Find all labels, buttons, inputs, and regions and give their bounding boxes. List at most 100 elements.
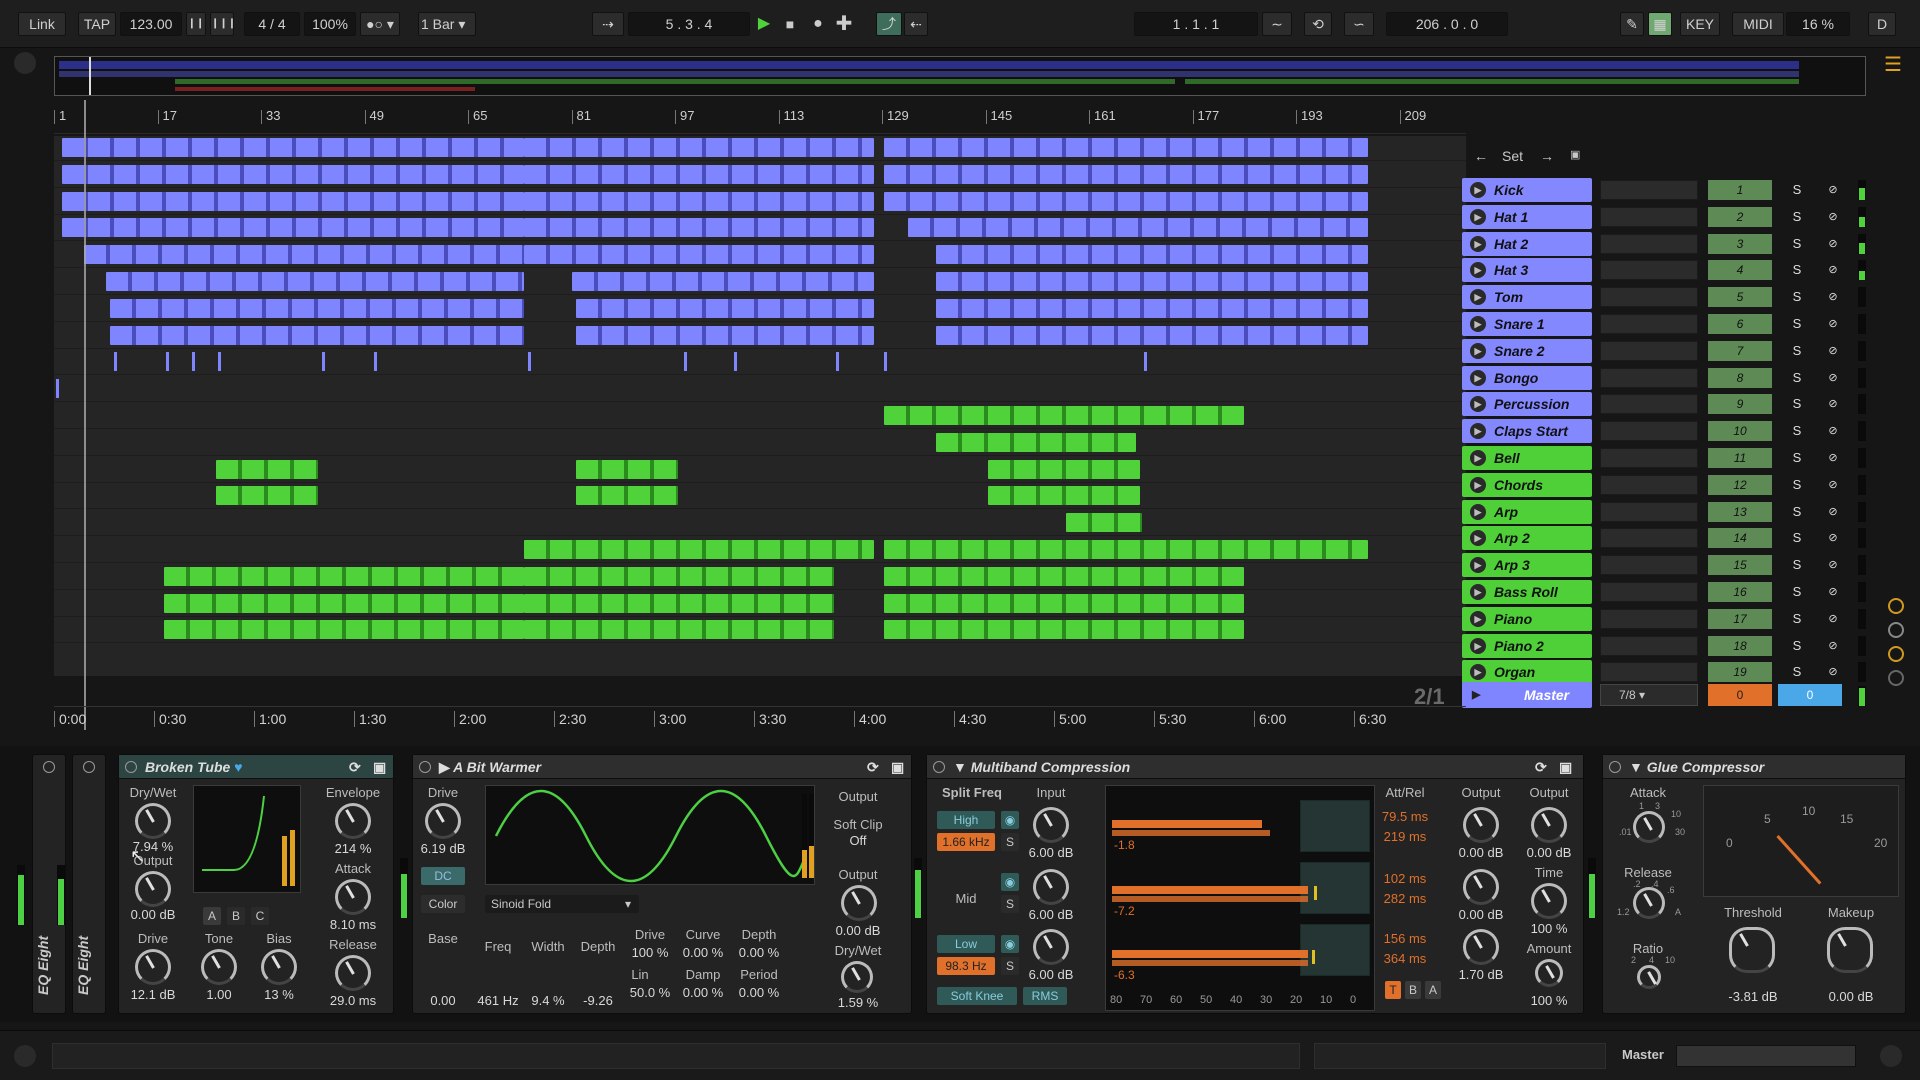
master-play-icon[interactable]: ▶ bbox=[1472, 682, 1480, 708]
track-lane[interactable] bbox=[54, 241, 1466, 269]
master-routing[interactable]: 7/8 ▾ bbox=[1600, 684, 1698, 706]
solo-button[interactable]: S bbox=[1788, 448, 1806, 468]
track-activator[interactable]: 11 bbox=[1708, 448, 1772, 468]
low-attack-value[interactable]: 156 ms bbox=[1377, 931, 1433, 946]
arrangement-clip[interactable] bbox=[62, 218, 524, 238]
arrangement-clip[interactable] bbox=[524, 593, 834, 613]
track-io-slot[interactable] bbox=[1600, 528, 1698, 549]
arrangement-clip[interactable] bbox=[62, 191, 524, 211]
track-lane[interactable] bbox=[54, 322, 1466, 349]
arrangement-clip[interactable] bbox=[576, 486, 678, 506]
track-play-icon[interactable]: ▶ bbox=[1470, 208, 1486, 225]
track-activator[interactable]: 13 bbox=[1708, 501, 1772, 522]
track-lane[interactable] bbox=[54, 295, 1466, 322]
arrangement-clip[interactable] bbox=[1066, 513, 1142, 533]
track-activator[interactable]: 4 bbox=[1708, 260, 1772, 281]
track-play-icon[interactable]: ▶ bbox=[1470, 637, 1486, 654]
high-attack-value[interactable]: 79.5 ms bbox=[1377, 809, 1433, 824]
crossfader-toggle-icon[interactable] bbox=[1888, 670, 1904, 686]
period-value[interactable]: 0.00 % bbox=[731, 985, 787, 1000]
track-activator[interactable]: 8 bbox=[1708, 367, 1772, 388]
track-io-slot[interactable] bbox=[1600, 206, 1698, 227]
a-button[interactable]: A bbox=[1425, 981, 1441, 999]
track-activator[interactable]: 15 bbox=[1708, 555, 1772, 576]
back-to-arrangement-icon[interactable]: ⇠ bbox=[904, 12, 928, 36]
arrangement-clip[interactable] bbox=[884, 593, 1244, 613]
arm-icon[interactable]: ⊘ bbox=[1824, 180, 1842, 200]
track-lane[interactable] bbox=[54, 482, 1466, 510]
arrangement-clip[interactable] bbox=[524, 164, 874, 184]
arrangement-clip[interactable] bbox=[218, 352, 221, 372]
solo-button[interactable]: S bbox=[1788, 555, 1806, 575]
arm-icon[interactable]: ⊘ bbox=[1824, 421, 1842, 441]
track-lane[interactable] bbox=[54, 214, 1466, 242]
high-solo-button[interactable]: S bbox=[1001, 833, 1019, 851]
arrangement-clip[interactable] bbox=[524, 566, 834, 586]
multiband-compression-device[interactable]: ▼ Multiband Compression ⟳ ▣ Split Freq Hi… bbox=[926, 754, 1584, 1014]
track-lane[interactable] bbox=[54, 536, 1466, 563]
arm-icon[interactable]: ⊘ bbox=[1824, 394, 1842, 414]
io-toggle-icon[interactable] bbox=[1888, 598, 1904, 614]
sends-toggle-icon[interactable] bbox=[1888, 622, 1904, 638]
arm-icon[interactable]: ⊘ bbox=[1824, 475, 1842, 495]
high-band-power-icon[interactable]: ◉ bbox=[1001, 811, 1019, 829]
arrangement-clip[interactable] bbox=[110, 325, 524, 345]
solo-button[interactable]: S bbox=[1788, 368, 1806, 388]
mode-c-button[interactable]: C bbox=[251, 907, 269, 925]
track-activator[interactable]: 1 bbox=[1708, 180, 1772, 200]
zoom-field[interactable]: 100% bbox=[304, 12, 356, 36]
device-power-icon[interactable] bbox=[933, 761, 945, 773]
track-header[interactable]: ▶ Piano bbox=[1462, 606, 1592, 631]
input-low-knob[interactable] bbox=[1033, 929, 1069, 965]
t-button[interactable]: T bbox=[1385, 981, 1401, 999]
arrangement-clip[interactable] bbox=[988, 486, 1140, 506]
track-io-slot[interactable] bbox=[1600, 314, 1698, 334]
master-output-knob[interactable] bbox=[1531, 807, 1567, 843]
loop-start[interactable]: 1 . 1 . 1 bbox=[1134, 12, 1258, 36]
track-io-slot[interactable] bbox=[1600, 394, 1698, 415]
arm-icon[interactable]: ⊘ bbox=[1824, 582, 1842, 602]
next-locator-icon[interactable]: → bbox=[1540, 148, 1554, 164]
track-header[interactable]: ▶ Bongo bbox=[1462, 365, 1592, 390]
track-lane[interactable] bbox=[54, 161, 1466, 188]
arrangement-clip[interactable] bbox=[216, 486, 318, 506]
solo-button[interactable]: S bbox=[1788, 234, 1806, 254]
collapse-icon[interactable]: ▼ bbox=[1629, 759, 1643, 775]
bias-knob[interactable] bbox=[261, 949, 297, 985]
arrangement-clip[interactable] bbox=[114, 352, 117, 372]
computer-keyboard-icon[interactable]: ▦ bbox=[1648, 12, 1672, 36]
arrangement-overview[interactable] bbox=[54, 56, 1866, 96]
track-header[interactable]: ▶ Hat 3 bbox=[1462, 258, 1592, 283]
arrangement-clip[interactable] bbox=[528, 352, 531, 372]
track-activator[interactable]: 5 bbox=[1708, 287, 1772, 308]
track-header[interactable]: ▶ Snare 1 bbox=[1462, 312, 1592, 336]
lin-value[interactable]: 50.0 % bbox=[625, 985, 675, 1000]
arm-icon[interactable]: ⊘ bbox=[1824, 260, 1842, 280]
track-activator[interactable]: 2 bbox=[1708, 206, 1772, 227]
track-io-slot[interactable] bbox=[1600, 180, 1698, 200]
solo-button[interactable]: S bbox=[1788, 421, 1806, 441]
track-io-slot[interactable] bbox=[1600, 233, 1698, 254]
track-play-icon[interactable]: ▶ bbox=[1470, 182, 1486, 198]
loop-length[interactable]: 206 . 0 . 0 bbox=[1386, 12, 1508, 36]
arrangement-clip[interactable] bbox=[524, 245, 874, 265]
arrangement-clip[interactable] bbox=[572, 272, 874, 291]
output-knob[interactable] bbox=[135, 871, 171, 907]
arrangement-clip[interactable] bbox=[322, 352, 325, 372]
track-header[interactable]: ▶ Arp 2 bbox=[1462, 526, 1592, 551]
set-locator-button[interactable]: Set bbox=[1502, 148, 1523, 164]
track-lane[interactable] bbox=[54, 616, 1466, 644]
hot-swap-icon[interactable]: ⟳ bbox=[867, 755, 879, 779]
track-play-icon[interactable]: ▶ bbox=[1470, 584, 1486, 600]
arm-icon[interactable]: ⊘ bbox=[1824, 341, 1842, 361]
arrangement-clip[interactable] bbox=[884, 164, 1368, 184]
arm-icon[interactable]: ⊘ bbox=[1824, 314, 1842, 334]
depth2-value[interactable]: 0.00 % bbox=[731, 945, 787, 960]
track-io-slot[interactable] bbox=[1600, 287, 1698, 308]
arrangement-clip[interactable] bbox=[164, 566, 524, 586]
high-band-button[interactable]: High bbox=[937, 811, 995, 829]
arrangement-clip[interactable] bbox=[884, 566, 1244, 586]
drive-knob[interactable] bbox=[135, 949, 171, 985]
prev-locator-icon[interactable]: ← bbox=[1474, 148, 1488, 164]
eq-eight-device-2[interactable]: EQ Eight bbox=[57, 754, 106, 1014]
